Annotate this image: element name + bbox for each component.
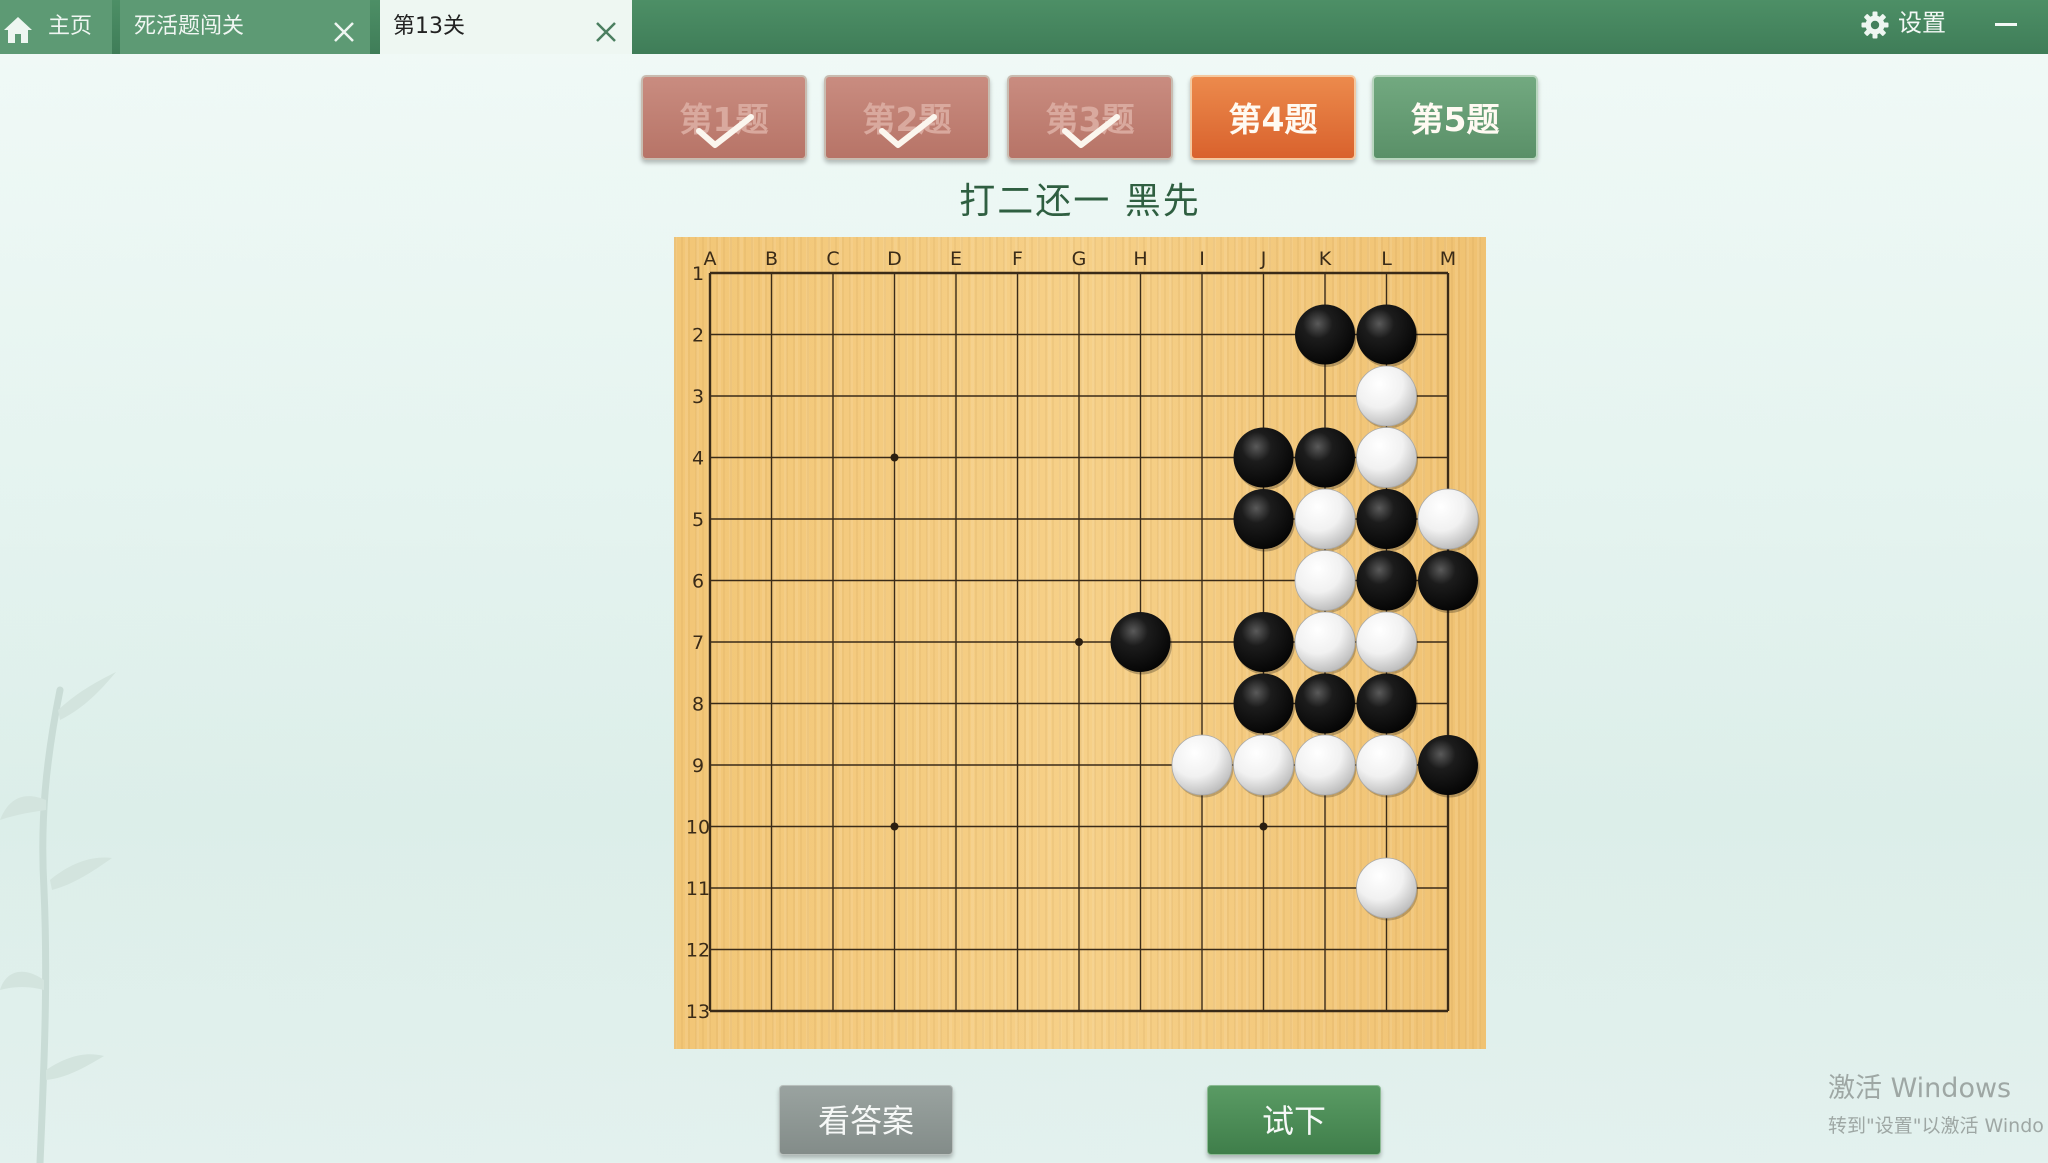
column-label: M bbox=[1440, 248, 1456, 270]
black-stone bbox=[1295, 673, 1355, 734]
watermark-line1: 激活 Windows bbox=[1828, 1073, 2012, 1104]
black-stone bbox=[1295, 427, 1355, 488]
row-label: 7 bbox=[692, 632, 704, 654]
row-label: 13 bbox=[686, 1001, 710, 1023]
star-point bbox=[1075, 638, 1083, 646]
column-label: L bbox=[1381, 248, 1392, 270]
column-label: E bbox=[950, 248, 962, 270]
column-label: D bbox=[887, 248, 902, 270]
problem-3-button[interactable]: 第3题 bbox=[1007, 75, 1173, 160]
problem-title: 打二还一 黑先 bbox=[959, 181, 1201, 222]
row-label: 2 bbox=[692, 325, 704, 347]
white-stone bbox=[1294, 550, 1356, 611]
minimize-button[interactable] bbox=[1994, 12, 2020, 38]
row-label: 3 bbox=[692, 386, 704, 408]
column-label: B bbox=[765, 248, 778, 270]
row-label: 4 bbox=[692, 448, 704, 470]
white-stone bbox=[1417, 488, 1479, 550]
star-point bbox=[1259, 822, 1268, 831]
black-stone bbox=[1295, 304, 1355, 365]
white-stone bbox=[1294, 488, 1356, 550]
black-stone bbox=[1110, 612, 1171, 672]
tab-home[interactable]: 主页 bbox=[0, 0, 112, 54]
column-label: F bbox=[1012, 248, 1023, 270]
black-stone bbox=[1233, 489, 1294, 549]
white-stone bbox=[1233, 734, 1294, 796]
row-label: 12 bbox=[686, 940, 710, 962]
tab-puzzle-levels-label: 死活题闯关 bbox=[134, 14, 245, 39]
view-answer-button[interactable]: 看答案 bbox=[779, 1085, 953, 1155]
black-stone bbox=[1233, 673, 1294, 734]
tab-level[interactable]: 第13关 bbox=[380, 0, 632, 54]
problem-2-button[interactable]: 第2题 bbox=[824, 75, 990, 160]
black-stone bbox=[1356, 550, 1417, 611]
go-board-canvas[interactable]: A B C D E F G H I J K L M12345678910111213 bbox=[674, 237, 1486, 1049]
tab-puzzle-levels[interactable]: 死活题闯关 bbox=[120, 0, 370, 54]
row-label: 1 bbox=[692, 263, 704, 285]
tab-bar: 主页 死活题闯关 第13关 设置 bbox=[0, 0, 2048, 54]
row-label: 10 bbox=[686, 817, 710, 839]
settings-label: 设置 bbox=[1898, 9, 1946, 37]
column-label: C bbox=[826, 248, 839, 270]
star-point bbox=[890, 822, 899, 831]
tab-home-label: 主页 bbox=[48, 14, 93, 39]
column-label: I bbox=[1199, 248, 1205, 270]
black-stone bbox=[1356, 673, 1417, 734]
white-stone bbox=[1356, 611, 1417, 673]
black-stone bbox=[1233, 612, 1294, 672]
white-stone bbox=[1356, 857, 1417, 919]
column-label: G bbox=[1072, 248, 1087, 270]
try-move-button[interactable]: 试下 bbox=[1207, 1085, 1381, 1155]
black-stone bbox=[1356, 304, 1417, 365]
column-label: H bbox=[1133, 248, 1147, 270]
row-label: 9 bbox=[692, 755, 704, 777]
gear-icon bbox=[1860, 9, 1890, 55]
windows-activation-watermark: 激活 Windows 转到"设置"以激活 Windo bbox=[1828, 1066, 2044, 1138]
white-stone bbox=[1294, 611, 1356, 673]
problem-5-button[interactable]: 第5题 bbox=[1372, 75, 1538, 160]
problem-1-button[interactable]: 第1题 bbox=[641, 75, 807, 160]
black-stone bbox=[1356, 489, 1417, 549]
white-stone bbox=[1356, 427, 1417, 488]
row-label: 8 bbox=[692, 694, 704, 716]
white-stone bbox=[1171, 734, 1233, 796]
black-stone bbox=[1233, 427, 1294, 488]
problem-5-label: 第5题 bbox=[1410, 100, 1500, 139]
close-icon[interactable] bbox=[330, 13, 358, 42]
star-point bbox=[890, 453, 899, 462]
column-label: J bbox=[1260, 248, 1267, 270]
black-stone bbox=[1418, 550, 1478, 611]
problem-4-label: 第4题 bbox=[1228, 100, 1318, 139]
close-icon[interactable] bbox=[592, 13, 620, 42]
column-label: A bbox=[704, 248, 717, 270]
bamboo-decoration bbox=[0, 650, 120, 1163]
white-stone bbox=[1356, 365, 1417, 427]
tab-level-label: 第13关 bbox=[393, 14, 465, 39]
column-label: K bbox=[1319, 248, 1332, 270]
go-board[interactable]: A B C D E F G H I J K L M 1 2 3 4 5 6 7 8 9 10 11 12 13 bbox=[674, 237, 1486, 1049]
row-label: 11 bbox=[686, 878, 710, 900]
problem-4-button[interactable]: 第4题 bbox=[1190, 75, 1356, 160]
white-stone bbox=[1294, 734, 1356, 796]
row-label: 6 bbox=[692, 571, 704, 593]
row-label: 5 bbox=[692, 509, 704, 531]
white-stone bbox=[1356, 734, 1417, 796]
home-icon bbox=[2, 12, 34, 66]
black-stone bbox=[1418, 735, 1478, 795]
watermark-line2: 转到"设置"以激活 Windo bbox=[1828, 1115, 2044, 1137]
